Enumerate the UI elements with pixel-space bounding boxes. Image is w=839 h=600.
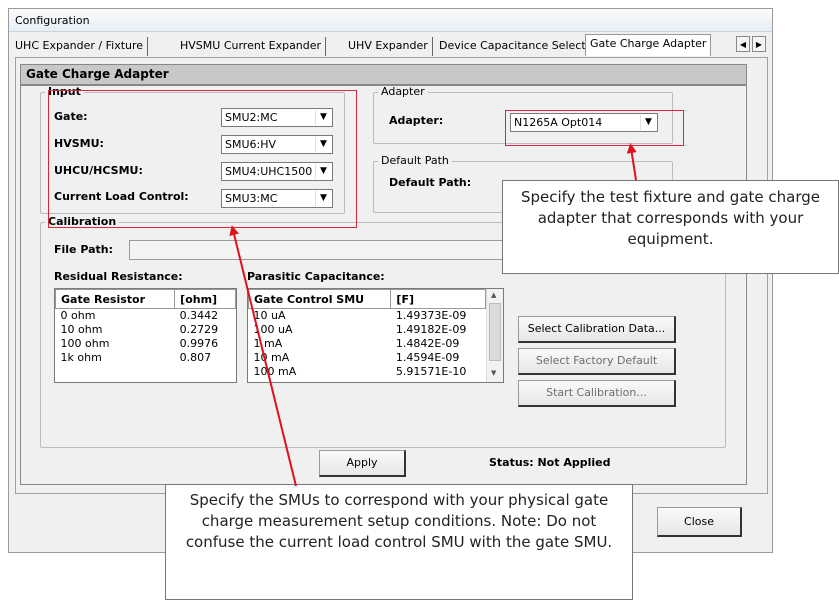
residual-resistance-label: Residual Resistance: <box>54 270 183 283</box>
cell: 10 ohm <box>60 323 103 336</box>
parasitic-header-gate-control-smu: Gate Control SMU <box>248 289 392 309</box>
residual-resistance-table[interactable]: Gate Resistor [ohm] 0 ohm 0.3442 10 ohm 0.… <box>54 288 237 383</box>
residual-header-ohm: [ohm] <box>174 289 236 309</box>
scrollbar-thumb[interactable] <box>489 303 501 361</box>
close-button[interactable]: Close <box>657 507 742 537</box>
cell: 5.91571E-10 <box>395 365 467 378</box>
table-row[interactable]: 100 mA 5.91571E-10 <box>249 365 486 379</box>
adapter-highlight-box <box>505 110 684 146</box>
cell: 0.3442 <box>179 309 219 322</box>
adapter-label: Adapter: <box>389 114 444 127</box>
apply-button[interactable]: Apply <box>319 450 406 477</box>
cell: 0 ohm <box>60 309 96 322</box>
cell: 1.4842E-09 <box>395 337 460 350</box>
tab-scroll-right-button[interactable]: ▶ <box>752 36 766 52</box>
status-text: Status: Not Applied <box>489 456 611 469</box>
default-path-group-title: Default Path <box>378 155 452 167</box>
default-path-label: Default Path: <box>389 176 472 189</box>
table-row[interactable]: 10 ohm 0.2729 <box>56 323 236 337</box>
tab-uhc-expander-fixture[interactable]: UHC Expander / Fixture <box>11 37 149 56</box>
tab-device-capacitance-selector[interactable]: Device Capacitance Selector <box>435 37 602 56</box>
cell: 10 uA <box>253 309 286 322</box>
cell: 1.4594E-09 <box>395 351 460 364</box>
residual-header-gate-resistor: Gate Resistor <box>55 289 176 309</box>
cell: 1 mA <box>253 337 283 350</box>
table-row[interactable]: 100 ohm 0.9976 <box>56 337 236 351</box>
cell: 100 ohm <box>60 337 110 350</box>
tab-gate-charge-adapter[interactable]: Gate Charge Adapter <box>585 34 712 56</box>
parasitic-capacitance-label: Parasitic Capacitance: <box>247 270 385 283</box>
smu-callout: Specify the SMUs to correspond with your… <box>165 484 633 600</box>
scroll-down-icon[interactable]: ▼ <box>491 369 496 377</box>
select-calibration-data-button[interactable]: Select Calibration Data... <box>518 316 676 343</box>
table-row[interactable]: 1 mA 1.4842E-09 <box>249 337 486 351</box>
file-path-label: File Path: <box>54 243 114 256</box>
parasitic-capacitance-table[interactable]: Gate Control SMU [F] 10 uA 1.49373E-09 10… <box>247 288 504 383</box>
table-row[interactable]: 1k ohm 0.807 <box>56 351 236 365</box>
cell: 1.49373E-09 <box>395 309 467 322</box>
window-title: Configuration <box>9 9 772 32</box>
cell: 1.49182E-09 <box>395 323 467 336</box>
adapter-callout: Specify the test fixture and gate charge… <box>502 180 839 274</box>
parasitic-header-f: [F] <box>390 289 486 309</box>
cell: 0.2729 <box>179 323 219 336</box>
table-row[interactable]: 10 mA 1.4594E-09 <box>249 351 486 365</box>
adapter-group-title: Adapter <box>378 86 428 98</box>
cell: 100 uA <box>253 323 293 336</box>
table-row[interactable]: 0 ohm 0.3442 <box>56 309 236 324</box>
start-calibration-button[interactable]: Start Calibration... <box>518 380 676 407</box>
select-factory-default-button[interactable]: Select Factory Default <box>518 348 676 375</box>
scroll-up-icon[interactable]: ▲ <box>491 291 496 299</box>
tab-uhv-expander[interactable]: UHV Expander <box>344 37 433 56</box>
cell: 0.9976 <box>179 337 219 350</box>
input-highlight-box <box>48 90 357 228</box>
table-row[interactable]: 100 uA 1.49182E-09 <box>249 323 486 337</box>
tab-scroll-left-button[interactable]: ◀ <box>736 36 750 52</box>
tab-strip: UHC Expander / Fixture HVSMU Current Exp… <box>9 34 772 56</box>
tab-hvsmu-current-expander[interactable]: HVSMU Current Expander <box>176 37 327 56</box>
panel-header: Gate Charge Adapter <box>20 64 747 85</box>
cell: 1k ohm <box>60 351 102 364</box>
cell: 10 mA <box>253 351 290 364</box>
table-row[interactable]: 10 uA 1.49373E-09 <box>249 309 486 324</box>
cell: 0.807 <box>179 351 212 364</box>
cell: 100 mA <box>253 365 297 378</box>
parasitic-table-scrollbar[interactable]: ▲ ▼ <box>486 289 503 382</box>
